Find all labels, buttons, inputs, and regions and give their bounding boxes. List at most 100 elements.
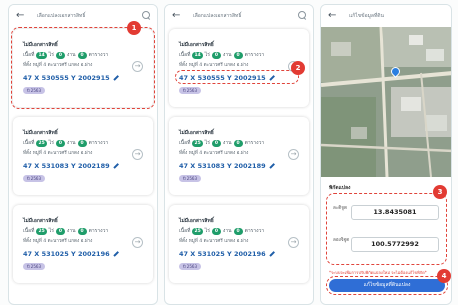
year-badge: ปี 2563	[179, 175, 201, 182]
highlight-coords	[175, 70, 299, 84]
search-icon[interactable]	[142, 11, 151, 20]
coords-text: 47 X 531083 Y 2002189	[23, 161, 110, 170]
ngan-unit: งาน	[222, 228, 232, 234]
rai-value: 25	[192, 227, 203, 235]
year-badge: ปี 2563	[179, 263, 201, 270]
chevron-right-icon[interactable]: →	[288, 149, 299, 160]
back-arrow-icon[interactable]: ←	[328, 10, 336, 22]
search-icon[interactable]	[298, 11, 307, 20]
back-arrow-icon[interactable]: ←	[16, 10, 24, 22]
ngan-value: 0	[211, 227, 221, 235]
rai-unit: ไร่	[48, 140, 54, 146]
wa-value: 0	[233, 139, 243, 147]
rai-unit: ไร่	[204, 52, 210, 58]
top-bar: ← แก้ไขข้อมูลที่ดิน	[321, 5, 451, 27]
parcel-area: เนื้อที่ 25 ไร่ 0 งาน 0 ตารางวา	[179, 227, 264, 235]
callout-4: 4	[437, 269, 451, 283]
wa-unit: ตารางวา	[244, 52, 265, 58]
ngan-unit: งาน	[66, 228, 76, 234]
parcel-area: เนื้อที่ 14 ไร่ 0 งาน 0 ตารางวา	[179, 51, 264, 59]
area-prefix: เนื้อที่	[179, 52, 191, 58]
year-badge: ปี 2563	[23, 263, 45, 270]
ngan-value: 0	[211, 51, 221, 59]
section-title: พิกัดแปลง	[329, 185, 351, 191]
ngan-unit: งาน	[66, 140, 76, 146]
map-imagery	[321, 27, 451, 177]
callout-3: 3	[433, 185, 447, 199]
parcel-card[interactable]: ไม่มีเอกสารสิทธิ์ เนื้อที่ 25 ไร่ 0 งาน …	[169, 205, 309, 283]
callout-2: 2	[291, 61, 305, 75]
parcel-address: ที่ตั้ง หมู่ที่ 4 ตะนาวศรี แกดง อ.ฝาง	[179, 151, 249, 156]
area-prefix: เนื้อที่	[23, 228, 35, 234]
rai-value: 25	[192, 139, 203, 147]
parcel-coords[interactable]: 47 X 531025 Y 2002196	[23, 249, 119, 258]
parcel-title: ไม่มีเอกสารสิทธิ์	[179, 42, 214, 48]
parcel-address: ที่ตั้ง หมู่ที่ 4 ตะนาวศรี แกดง อ.ฝาง	[23, 239, 93, 244]
parcel-title: ไม่มีเอกสารสิทธิ์	[23, 218, 58, 224]
parcel-title: ไม่มีเอกสารสิทธิ์	[179, 218, 214, 224]
area-prefix: เนื้อที่	[23, 140, 35, 146]
satellite-map[interactable]	[321, 27, 451, 177]
parcel-card[interactable]: ไม่มีเอกสารสิทธิ์ เนื้อที่ 25 ไร่ 0 งาน …	[13, 205, 153, 283]
chevron-right-icon[interactable]: →	[132, 149, 143, 160]
back-arrow-icon[interactable]: ←	[172, 10, 180, 22]
phone-screen-list-1: ← เลือกแปลงเอกสารสิทธิ์ ไม่มีเอกสารสิทธิ…	[8, 4, 158, 305]
phone-screen-edit: ← แก้ไขข้อมูลที่ดิน พิกัดแปลง ละติจูด 13…	[320, 4, 452, 305]
wa-value: 0	[77, 227, 87, 235]
parcel-card[interactable]: ไม่มีเอกสารสิทธิ์ เนื้อที่ 25 ไร่ 0 งาน …	[169, 117, 309, 195]
coordinates-panel: พิกัดแปลง ละติจูด 13.8435081 ลองจิจูด 10…	[321, 177, 451, 304]
rai-unit: ไร่	[204, 140, 210, 146]
coords-text: 47 X 531025 Y 2002196	[179, 249, 266, 258]
area-prefix: เนื้อที่	[179, 228, 191, 234]
parcel-address: ที่ตั้ง หมู่ที่ 4 ตะนาวศรี แกดง อ.ฝาง	[23, 151, 93, 156]
parcel-area: เนื้อที่ 25 ไร่ 0 งาน 0 ตารางวา	[23, 227, 108, 235]
wa-unit: ตารางวา	[88, 140, 109, 146]
ngan-unit: งาน	[222, 140, 232, 146]
parcel-address: ที่ตั้ง หมู่ที่ 4 ตะนาวศรี แกดง อ.ฝาง	[179, 63, 249, 68]
parcel-coords[interactable]: 47 X 531083 Y 2002189	[23, 161, 119, 170]
rai-value: 25	[36, 227, 47, 235]
ngan-value: 0	[211, 139, 221, 147]
chevron-right-icon[interactable]: →	[288, 237, 299, 248]
wa-unit: ตารางวา	[244, 228, 265, 234]
rai-value: 25	[36, 139, 47, 147]
highlight-coordinates	[326, 193, 447, 265]
parcel-card[interactable]: ไม่มีเอกสารสิทธิ์ เนื้อที่ 25 ไร่ 0 งาน …	[13, 117, 153, 195]
screen-title: เลือกแปลงเอกสารสิทธิ์	[193, 13, 242, 19]
wa-unit: ตารางวา	[88, 228, 109, 234]
parcel-area: เนื้อที่ 25 ไร่ 0 งาน 0 ตารางวา	[23, 139, 108, 147]
coords-text: 47 X 531025 Y 2002196	[23, 249, 110, 258]
year-badge: ปี 2563	[179, 87, 201, 94]
screen-title: แก้ไขข้อมูลที่ดิน	[349, 13, 384, 19]
hint-text: *ระบบจะเพิ่มการปรับพิกัดแปลงใหม่ จะไม่ต้…	[329, 270, 427, 275]
phone-screen-list-2: ← เลือกแปลงเอกสารสิทธิ์ ไม่มีเอกสารสิทธิ…	[164, 4, 314, 305]
ngan-unit: งาน	[222, 52, 232, 58]
highlight-save	[326, 276, 448, 295]
chevron-right-icon[interactable]: →	[132, 237, 143, 248]
parcel-area: เนื้อที่ 25 ไร่ 0 งาน 0 ตารางวา	[179, 139, 264, 147]
top-bar: ← เลือกแปลงเอกสารสิทธิ์	[165, 5, 313, 27]
pencil-icon[interactable]	[268, 250, 275, 257]
parcel-title: ไม่มีเอกสารสิทธิ์	[23, 130, 58, 136]
rai-unit: ไร่	[48, 228, 54, 234]
parcel-address: ที่ตั้ง หมู่ที่ 4 ตะนาวศรี แกดง อ.ฝาง	[179, 239, 249, 244]
wa-value: 0	[233, 227, 243, 235]
pencil-icon[interactable]	[112, 250, 119, 257]
rai-value: 14	[192, 51, 203, 59]
highlight-card	[11, 27, 155, 109]
screen-title: เลือกแปลงเอกสารสิทธิ์	[37, 13, 86, 19]
parcel-coords[interactable]: 47 X 531025 Y 2002196	[179, 249, 275, 258]
area-prefix: เนื้อที่	[179, 140, 191, 146]
parcel-coords[interactable]: 47 X 531083 Y 2002189	[179, 161, 275, 170]
coords-text: 47 X 531083 Y 2002189	[179, 161, 266, 170]
ngan-value: 0	[55, 227, 65, 235]
wa-value: 0	[233, 51, 243, 59]
tutorial-figure: ← เลือกแปลงเอกสารสิทธิ์ ไม่มีเอกสารสิทธิ…	[0, 0, 458, 305]
parcel-title: ไม่มีเอกสารสิทธิ์	[179, 130, 214, 136]
year-badge: ปี 2563	[23, 175, 45, 182]
pencil-icon[interactable]	[268, 162, 275, 169]
wa-unit: ตารางวา	[244, 140, 265, 146]
pencil-icon[interactable]	[112, 162, 119, 169]
parcel-card[interactable]: ไม่มีเอกสารสิทธิ์ เนื้อที่ 14 ไร่ 0 งาน …	[169, 29, 309, 107]
wa-value: 0	[77, 139, 87, 147]
